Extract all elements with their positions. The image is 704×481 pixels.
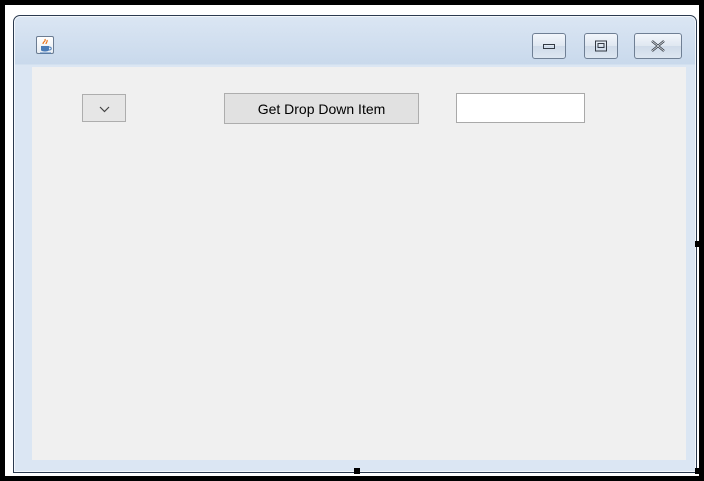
resize-handle-corner[interactable] xyxy=(695,468,701,474)
title-bar[interactable] xyxy=(14,16,696,66)
resize-handle-bottom[interactable] xyxy=(354,468,360,474)
content-panel: Get Drop Down Item xyxy=(32,67,686,460)
maximize-button[interactable] xyxy=(584,33,618,59)
resize-handle-right[interactable] xyxy=(695,241,701,247)
minimize-button[interactable] xyxy=(532,33,566,59)
application-window: Get Drop Down Item xyxy=(13,15,697,473)
java-coffee-cup-icon[interactable] xyxy=(36,36,54,54)
maximize-icon xyxy=(595,40,607,52)
minimize-icon xyxy=(543,44,555,49)
chevron-down-icon xyxy=(99,106,110,113)
close-icon xyxy=(651,40,665,52)
result-text-field[interactable] xyxy=(456,93,585,123)
dropdown-combobox[interactable] xyxy=(82,94,126,122)
close-button[interactable] xyxy=(634,33,682,59)
get-drop-down-item-button[interactable]: Get Drop Down Item xyxy=(224,93,419,124)
